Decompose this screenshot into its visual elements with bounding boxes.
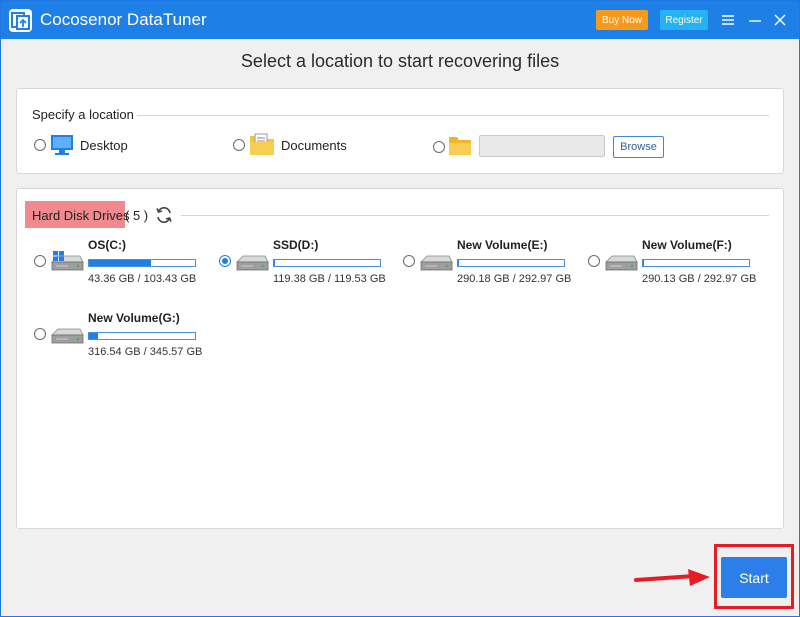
drive-size-text: 290.13 GB / 292.97 GB xyxy=(642,273,757,285)
drive-usage-bar xyxy=(273,259,381,267)
drive-usage-fill xyxy=(89,260,151,266)
drive-name: OS(C:) xyxy=(88,238,126,252)
drive-size-text: 290.18 GB / 292.97 GB xyxy=(457,273,572,285)
documents-radio[interactable] xyxy=(233,139,245,151)
app-window: Cocosenor DataTuner Buy Now Register Sel… xyxy=(0,0,800,617)
browse-button[interactable]: Browse xyxy=(613,136,664,158)
close-icon[interactable] xyxy=(771,11,789,29)
drive-radio[interactable] xyxy=(219,255,231,267)
drive-name: SSD(D:) xyxy=(273,238,319,252)
documents-label: Documents xyxy=(281,138,347,153)
drive-usage-fill xyxy=(643,260,644,266)
custom-path-radio[interactable] xyxy=(433,141,445,153)
location-divider xyxy=(137,115,769,116)
buy-now-button[interactable]: Buy Now xyxy=(596,10,648,30)
hard-disk-divider xyxy=(181,215,769,216)
drive-usage-fill xyxy=(458,260,459,266)
minimize-icon[interactable] xyxy=(746,11,764,29)
drive-size-text: 43.36 GB / 103.43 GB xyxy=(88,273,197,285)
hard-drive-icon xyxy=(419,251,453,273)
desktop-icon xyxy=(50,134,74,161)
drive-radio[interactable] xyxy=(403,255,415,267)
menu-icon[interactable] xyxy=(719,11,737,29)
drive-usage-fill xyxy=(89,333,98,339)
drive-name: New Volume(G:) xyxy=(88,311,180,325)
start-button[interactable]: Start xyxy=(721,557,787,598)
drive-radio[interactable] xyxy=(34,255,46,267)
hard-drive-icon xyxy=(235,251,269,273)
desktop-label: Desktop xyxy=(80,138,128,153)
hard-drive-icon xyxy=(604,251,638,273)
desktop-radio[interactable] xyxy=(34,139,46,151)
drive-name: New Volume(E:) xyxy=(457,238,548,252)
drive-usage-bar xyxy=(88,259,196,267)
drive-count: ( 5 ) xyxy=(125,208,149,223)
drive-size-text: 316.54 GB / 345.57 GB xyxy=(88,346,203,358)
location-section-label: Specify a location xyxy=(32,107,134,122)
documents-icon xyxy=(249,133,275,162)
drive-usage-bar xyxy=(88,332,196,340)
app-title: Cocosenor DataTuner xyxy=(40,10,207,29)
app-logo-icon xyxy=(9,9,32,32)
hard-disk-section-label: Hard Disk Drives xyxy=(32,208,130,223)
register-button[interactable]: Register xyxy=(660,10,708,30)
page-title: Select a location to start recovering fi… xyxy=(240,51,560,71)
title-bar: Cocosenor DataTuner Buy Now Register xyxy=(1,1,799,39)
drive-radio[interactable] xyxy=(34,328,46,340)
drive-radio[interactable] xyxy=(588,255,600,267)
os-drive-icon xyxy=(50,251,84,273)
refresh-icon[interactable] xyxy=(154,205,174,230)
location-panel xyxy=(16,88,784,174)
path-input[interactable] xyxy=(479,135,605,157)
drive-size-text: 119.38 GB / 119.53 GB xyxy=(273,273,386,285)
drive-name: New Volume(F:) xyxy=(642,238,732,252)
drive-usage-bar xyxy=(642,259,750,267)
drive-usage-bar xyxy=(457,259,565,267)
hard-drive-icon xyxy=(50,324,84,346)
annotation-arrow xyxy=(634,567,714,594)
drive-usage-fill xyxy=(274,260,275,266)
folder-icon xyxy=(448,135,472,162)
